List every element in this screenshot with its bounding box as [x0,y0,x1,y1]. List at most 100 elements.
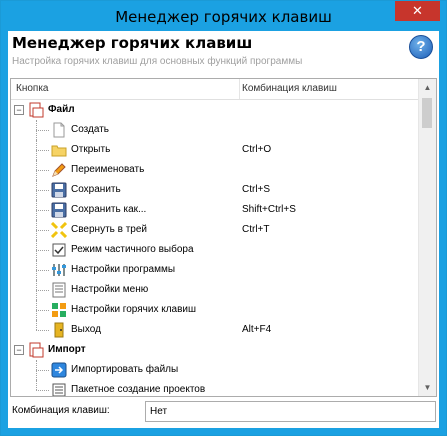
shortcut-value: Нет [150,406,168,417]
save-disk-icon [51,182,67,198]
command-label: Настройки горячих клавиш [71,304,197,315]
rename-pencil-icon [51,162,67,178]
collapse-toggle-icon[interactable]: − [14,105,24,115]
command-label: Настройки меню [71,284,149,295]
close-button[interactable]: ✕ [395,1,440,21]
tree-connector [36,170,49,171]
tree-item[interactable]: Настройки меню [11,280,419,300]
tree-connector [36,370,49,371]
tree-connector [36,150,49,151]
title-bar[interactable]: Менеджер горячих клавиш ✕ [1,1,446,31]
program-settings-icon [51,262,67,278]
command-shortcut: Shift+Ctrl+S [242,204,296,215]
hotkey-manager-window: Менеджер горячих клавиш ✕ Менеджер горяч… [0,0,447,436]
shortcut-field[interactable]: Нет [145,401,436,422]
command-shortcut: Ctrl+S [242,184,271,195]
batch-projects-icon [51,382,67,396]
header-title: Менеджер горячих клавиш [12,34,253,52]
collapse-toggle-icon[interactable]: − [14,345,24,355]
scroll-thumb[interactable] [422,98,432,128]
scroll-down-icon[interactable]: ▼ [419,379,436,396]
tree-connector [36,250,49,251]
command-label: Выход [71,324,101,335]
command-label: Создать [71,124,110,135]
tree-item[interactable]: Свернуть в трей Ctrl+T [11,220,419,240]
category-label: Импорт [48,344,86,355]
tree-connector [36,120,37,140]
scroll-up-icon[interactable]: ▲ [419,79,436,96]
column-shortcut-header[interactable]: Комбинация клавиш [242,83,337,94]
dialog-client-area: Менеджер горячих клавиш Настройка горячи… [8,31,439,428]
tree-connector [36,130,49,131]
help-icon[interactable]: ? [409,35,433,59]
tree-connector [36,300,37,320]
close-icon: ✕ [412,3,423,18]
save-as-disk-icon [51,202,67,218]
partial-select-icon [51,242,67,258]
tree-connector [36,390,49,391]
header-subtitle: Настройка горячих клавиш для основных фу… [12,56,303,67]
column-button-header[interactable]: Кнопка [16,83,48,94]
tree-connector [36,320,37,330]
command-label: Импортировать файлы [71,364,179,375]
tree-connector [36,190,49,191]
import-files-icon [51,362,67,378]
tree-connector [36,360,37,380]
tree-connector [36,240,37,260]
tree-item[interactable]: Настройки программы [11,260,419,280]
import-category-icon [28,342,44,358]
command-label: Режим частичного выбора [71,244,194,255]
tree-item[interactable]: Импортировать файлы [11,360,419,380]
tree-item[interactable]: Сохранить Ctrl+S [11,180,419,200]
tree-item[interactable]: Переименовать [11,160,419,180]
tree-item[interactable]: Создать [11,120,419,140]
tree-category[interactable]: − Импорт [11,340,419,360]
minimize-to-tray-icon [50,221,68,239]
tree-item[interactable]: Открыть Ctrl+O [11,140,419,160]
tree-item[interactable]: Сохранить как... Shift+Ctrl+S [11,200,419,220]
command-shortcut: Alt+F4 [242,324,272,335]
tree-connector [36,140,37,160]
command-label: Открыть [71,144,111,155]
tree-connector [36,230,49,231]
command-shortcut: Ctrl+T [242,224,270,235]
tree-connector [36,200,37,220]
tree-item[interactable]: Режим частичного выбора [11,240,419,260]
tree-connector [36,380,37,390]
new-document-icon [51,122,67,138]
tree-connector [36,220,37,240]
tree-connector [36,210,49,211]
command-label: Свернуть в трей [71,224,148,235]
command-label: Сохранить [71,184,121,195]
tree-item[interactable]: Пакетное создание проектов [11,380,419,396]
command-shortcut: Ctrl+O [242,144,272,155]
open-folder-icon [51,142,67,158]
command-label: Переименовать [71,164,145,175]
tree-connector [36,270,49,271]
hotkey-tree-list[interactable]: Кнопка Комбинация клавиш − Файл Создать Отк… [10,78,437,397]
vertical-scrollbar[interactable]: ▲ ▼ [418,79,436,396]
file-category-icon [28,102,44,118]
tree-connector [36,330,49,331]
command-label: Сохранить как... [71,204,147,215]
tree-connector [36,160,37,180]
command-label: Настройки программы [71,264,176,275]
shortcut-label: Комбинация клавиш: [12,405,110,416]
tree-item[interactable]: Настройки горячих клавиш [11,300,419,320]
column-separator[interactable] [239,79,240,99]
dialog-header: Менеджер горячих клавиш Настройка горячи… [8,31,439,75]
tree-connector [36,260,37,280]
tree-connector [36,180,37,200]
tree-connector [36,310,49,311]
tree-category[interactable]: − Файл [11,100,419,120]
tree-connector [36,290,49,291]
exit-door-icon [51,322,67,338]
window-title: Менеджер горячих клавиш [115,8,332,26]
tree-item[interactable]: Выход Alt+F4 [11,320,419,340]
menu-settings-icon [51,282,67,298]
column-header: Кнопка Комбинация клавиш [11,79,419,100]
tree-connector [36,280,37,300]
hotkey-settings-icon [51,302,67,318]
category-label: Файл [48,104,75,115]
command-label: Пакетное создание проектов [71,384,206,395]
